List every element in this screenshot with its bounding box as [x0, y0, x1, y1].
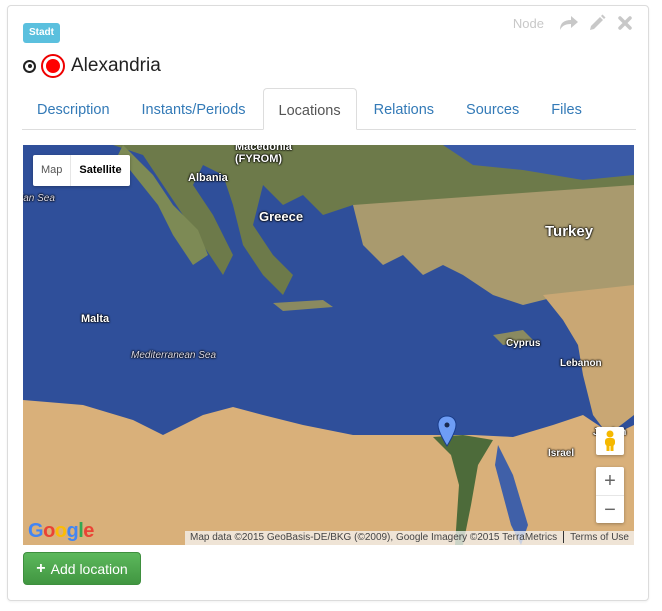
title-row: Alexandria: [23, 54, 161, 78]
add-location-label: Add location: [50, 560, 128, 577]
add-location-button[interactable]: + Add location: [23, 552, 141, 585]
zoom-in-button[interactable]: +: [596, 467, 624, 496]
map-type-control: Map Satellite: [33, 155, 130, 186]
tab-description[interactable]: Description: [22, 88, 125, 128]
tab-locations[interactable]: Locations: [262, 88, 357, 130]
map-label-fyrom: (FYROM): [235, 153, 283, 165]
radio-dot-icon: [23, 59, 36, 73]
map-label-albania: Albania: [188, 172, 228, 184]
page-title: Alexandria: [71, 55, 161, 76]
map-label-malta: Malta: [81, 313, 110, 325]
terms-of-use-link[interactable]: Terms of Use: [570, 532, 629, 543]
map-label-turkey: Turkey: [545, 223, 594, 240]
tab-files[interactable]: Files: [536, 88, 597, 128]
tab-instants-periods[interactable]: Instants/Periods: [127, 88, 261, 128]
map-label-greece: Greece: [259, 209, 304, 224]
satellite-imagery: [23, 145, 634, 545]
map-label-lebanon: Lebanon: [560, 358, 602, 369]
node-panel: Stadt Node Alexandria Description Instan…: [7, 5, 649, 601]
tab-bar: Description Instants/Periods Locations R…: [22, 88, 636, 130]
share-icon[interactable]: [558, 14, 580, 32]
street-view-pegman-button[interactable]: [596, 427, 624, 455]
plus-icon: +: [36, 559, 46, 577]
map-attribution: Map data ©2015 GeoBasis-DE/BKG (©2009), …: [185, 531, 634, 545]
map-view[interactable]: Map Satellite Macedonia (FYROM) Albania …: [23, 145, 634, 545]
map-label-israel: Israel: [548, 448, 575, 459]
attribution-text: Map data ©2015 GeoBasis-DE/BKG (©2009), …: [190, 532, 558, 543]
google-logo: Google: [28, 520, 94, 542]
panel-toolbar: Node: [513, 14, 636, 32]
close-icon[interactable]: [614, 14, 636, 32]
tab-relations[interactable]: Relations: [359, 88, 449, 128]
map-label-cyprus: Cyprus: [506, 338, 541, 349]
pegman-icon: [605, 430, 615, 451]
map-label-ionian-sea: ian Sea: [23, 193, 55, 204]
map-type-satellite-button[interactable]: Satellite: [71, 155, 129, 186]
map-type-map-button[interactable]: Map: [33, 155, 72, 186]
location-marker-icon[interactable]: [437, 415, 457, 447]
pencil-icon[interactable]: [586, 14, 608, 32]
category-badge: Stadt: [23, 23, 60, 43]
zoom-out-button[interactable]: −: [596, 496, 624, 524]
location-target-icon: [41, 54, 65, 78]
zoom-control: + −: [596, 467, 624, 523]
tab-sources[interactable]: Sources: [451, 88, 534, 128]
node-type-label: Node: [512, 15, 544, 31]
map-label-mediterranean: Mediterranean Sea: [131, 350, 217, 361]
map-label-macedonia: Macedonia: [235, 145, 292, 153]
